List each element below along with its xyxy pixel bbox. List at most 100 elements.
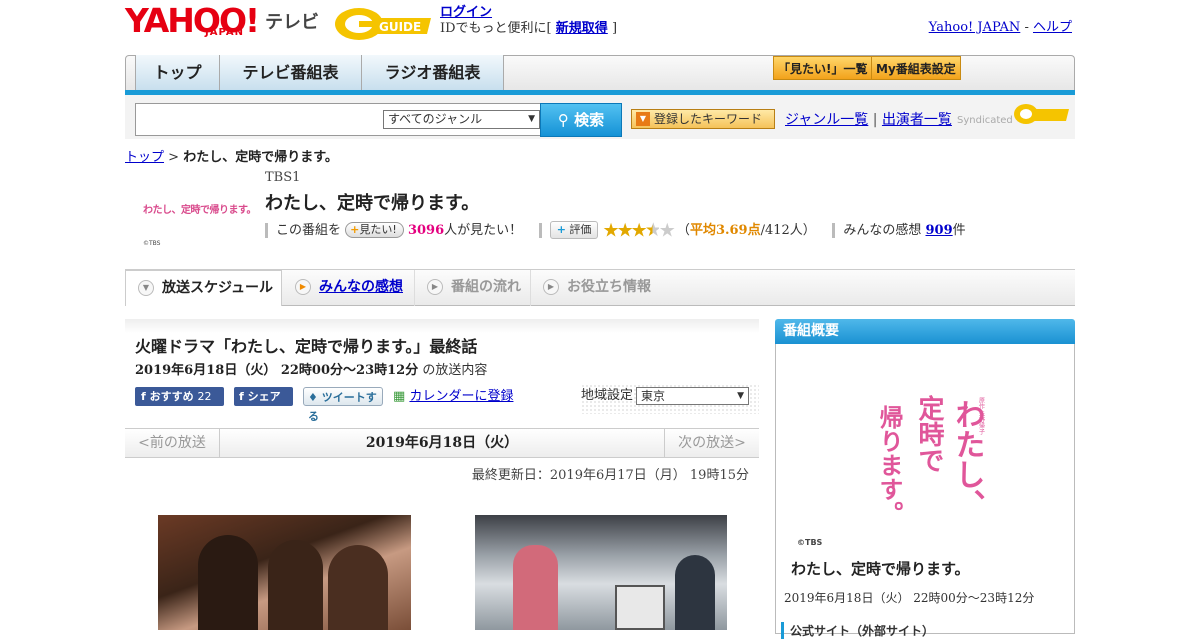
want-button[interactable]: +見たい! <box>345 222 404 238</box>
play-circle-icon: ▶ <box>427 279 443 295</box>
facebook-recommend-count: 22 <box>197 390 212 403</box>
signup-prefix: IDでもっと便利に[ <box>440 21 552 36</box>
want-section: この番組を +見たい! 3096人が見たい！ <box>265 222 527 238</box>
official-site-label[interactable]: 公式サイト（外部サイト） <box>781 622 934 639</box>
current-broadcast-date: 2019年6月18日（火） <box>365 435 519 451</box>
breadcrumb-current: わたし、定時で帰ります。 <box>183 150 338 165</box>
region-selected-value: 東京 <box>641 389 666 403</box>
poster-copyright: ©TBS <box>797 538 823 547</box>
episode-datetime: 2019年6月18日（火） 22時00分～23時12分 の放送内容 <box>135 359 487 378</box>
reviews-count-link[interactable]: 909 <box>926 223 953 238</box>
facebook-share-label: シェア <box>247 390 281 403</box>
genre-list-link[interactable]: ジャンル一覧 <box>785 112 868 128</box>
syndicated-gguide-badge: Syndicated <box>957 103 1069 126</box>
registered-keyword-label: 登録したキーワード <box>654 112 763 126</box>
prev-broadcast-button[interactable]: <前の放送 <box>125 429 220 457</box>
sidebar-program-datetime: 2019年6月18日（火） 22時00分～23時12分 <box>784 591 1035 605</box>
play-circle-icon: ▶ <box>295 279 311 295</box>
monitor-shape <box>615 585 665 630</box>
g-guide-logo[interactable]: GUIDE <box>333 6 433 42</box>
rating-section: + 評価 ★★★★★ （平均3.69点/412人） <box>538 220 820 240</box>
person-silhouette <box>328 545 388 630</box>
search-button-label: 検索 <box>574 111 605 129</box>
rating-open: （ <box>676 222 690 238</box>
yahoo-japan-link[interactable]: Yahoo! JAPAN <box>929 20 1021 35</box>
broadcast-pager: <前の放送 2019年6月18日（火） 次の放送> <box>125 428 759 458</box>
region-select[interactable]: 東京 ▼ <box>636 387 749 405</box>
chevron-down-icon: ▼ <box>737 391 744 401</box>
last-updated: 最終更新日：2019年6月17日（月） 19時15分 <box>471 468 749 483</box>
breadcrumb: トップ > わたし、定時で帰ります。 <box>125 146 338 165</box>
top-links-separator: - <box>1024 20 1029 35</box>
registered-keyword-button[interactable]: ▼ 登録したキーワード <box>631 109 775 129</box>
program-overview-header: 番組概要 <box>775 319 1075 344</box>
episode-date: 2019年6月18日（火） 22時00分～23時12分 <box>135 363 419 378</box>
episode-photo[interactable] <box>158 515 411 630</box>
tab-reviews[interactable]: ▶ みんなの感想 <box>283 270 415 306</box>
tab-broadcast-schedule[interactable]: ▼ 放送スケジュール <box>125 270 282 306</box>
poster-line-2: 定時で <box>914 394 944 473</box>
person-silhouette <box>675 555 715 630</box>
tab-top[interactable]: トップ <box>135 55 220 90</box>
login-link[interactable]: ログイン <box>440 5 492 20</box>
twitter-bird-icon: ♦ <box>308 391 318 404</box>
g-guide-small-logo <box>1014 104 1069 124</box>
genre-select[interactable]: すべてのジャンル ▼ <box>383 110 540 129</box>
show-thumbnail[interactable]: わたし、定時で帰ります。 <box>143 201 257 216</box>
episode-photo[interactable] <box>475 515 727 630</box>
search-button[interactable]: ⚲ 検索 <box>540 103 622 137</box>
login-area: ログイン IDでもっと便利に[ 新規取得 ] <box>440 5 617 37</box>
signup-link[interactable]: 新規取得 <box>556 21 608 36</box>
chevron-down-icon: ▼ <box>528 114 535 124</box>
tab-radio-schedule[interactable]: ラジオ番組表 <box>362 55 504 90</box>
calendar-add-icon: ▦ <box>393 389 406 404</box>
show-stats: この番組を +見たい! 3096人が見たい！ + 評価 ★★★★★ （平均3.6… <box>265 220 966 240</box>
tweet-button[interactable]: ♦ ツイートする <box>303 387 383 423</box>
rating-average: 平均3.69点 <box>689 222 761 238</box>
tab-useful-info-label: お役立ち情報 <box>567 279 651 295</box>
star-empty-icon: ★ <box>658 219 676 241</box>
station-name: TBS1 <box>265 170 301 185</box>
tab-useful-info[interactable]: ▶ お役立ち情報 <box>531 270 671 306</box>
facebook-icon: f <box>141 390 146 403</box>
page-title: わたし、定時で帰ります。 <box>265 193 480 214</box>
signup-suffix: ] <box>611 21 618 36</box>
program-poster[interactable]: わたし、 定時で 帰ります。 原作 朱野帰子 <box>867 385 987 525</box>
facebook-recommend-label: おすすめ <box>149 390 194 403</box>
next-broadcast-button[interactable]: 次の放送> <box>664 429 759 457</box>
tab-program-flow[interactable]: ▶ 番組の流れ <box>415 270 531 306</box>
tab-tv-schedule[interactable]: テレビ番組表 <box>220 55 362 90</box>
rate-button-label: 評価 <box>569 223 592 236</box>
star-half-icon: ★ <box>644 219 662 241</box>
facebook-recommend-button[interactable]: f おすすめ 22 <box>135 387 224 406</box>
tv-logo-text[interactable]: テレビ <box>265 8 319 34</box>
help-link[interactable]: ヘルプ <box>1033 20 1072 35</box>
poster-line-3: 帰ります。 <box>875 405 903 525</box>
mitai-list-button[interactable]: 「見たい!」一覧 <box>773 56 873 80</box>
person-silhouette <box>513 545 558 630</box>
rate-button[interactable]: + 評価 <box>549 221 599 239</box>
reviews-suffix: 件 <box>952 222 966 238</box>
breadcrumb-top-link[interactable]: トップ <box>125 150 164 165</box>
search-links: ジャンル一覧 | 出演者一覧 <box>785 109 952 129</box>
tab-program-flow-label: 番組の流れ <box>451 279 521 295</box>
tab-reviews-label[interactable]: みんなの感想 <box>319 279 403 295</box>
reviews-section: みんなの感想 909件 <box>832 222 966 238</box>
want-count: 3096 <box>407 222 445 238</box>
performer-list-link[interactable]: 出演者一覧 <box>882 112 952 128</box>
my-schedule-button[interactable]: My番組表設定 <box>871 56 961 80</box>
episode-title: 火曜ドラマ「わたし、定時で帰ります。」最終話 <box>135 337 478 356</box>
calendar-register-link[interactable]: カレンダーに登録 <box>409 389 513 404</box>
episode-date-suffix: の放送内容 <box>422 363 488 378</box>
rating-stars: ★★★★★ <box>603 219 676 241</box>
want-button-label: 見たい! <box>359 223 397 236</box>
star-icon: ★ <box>630 219 648 241</box>
star-icon: ★ <box>616 219 634 241</box>
tab-broadcast-schedule-label: 放送スケジュール <box>162 280 274 296</box>
plus-icon: + <box>350 223 360 236</box>
facebook-share-button[interactable]: f シェア <box>234 387 293 406</box>
chevron-down-circle-icon: ▼ <box>138 280 154 296</box>
yahoo-japan-sublogo: JAPAN <box>205 27 244 38</box>
triangle-down-icon: ▼ <box>636 112 650 126</box>
region-setting: 地域設定 東京 ▼ <box>581 384 759 414</box>
